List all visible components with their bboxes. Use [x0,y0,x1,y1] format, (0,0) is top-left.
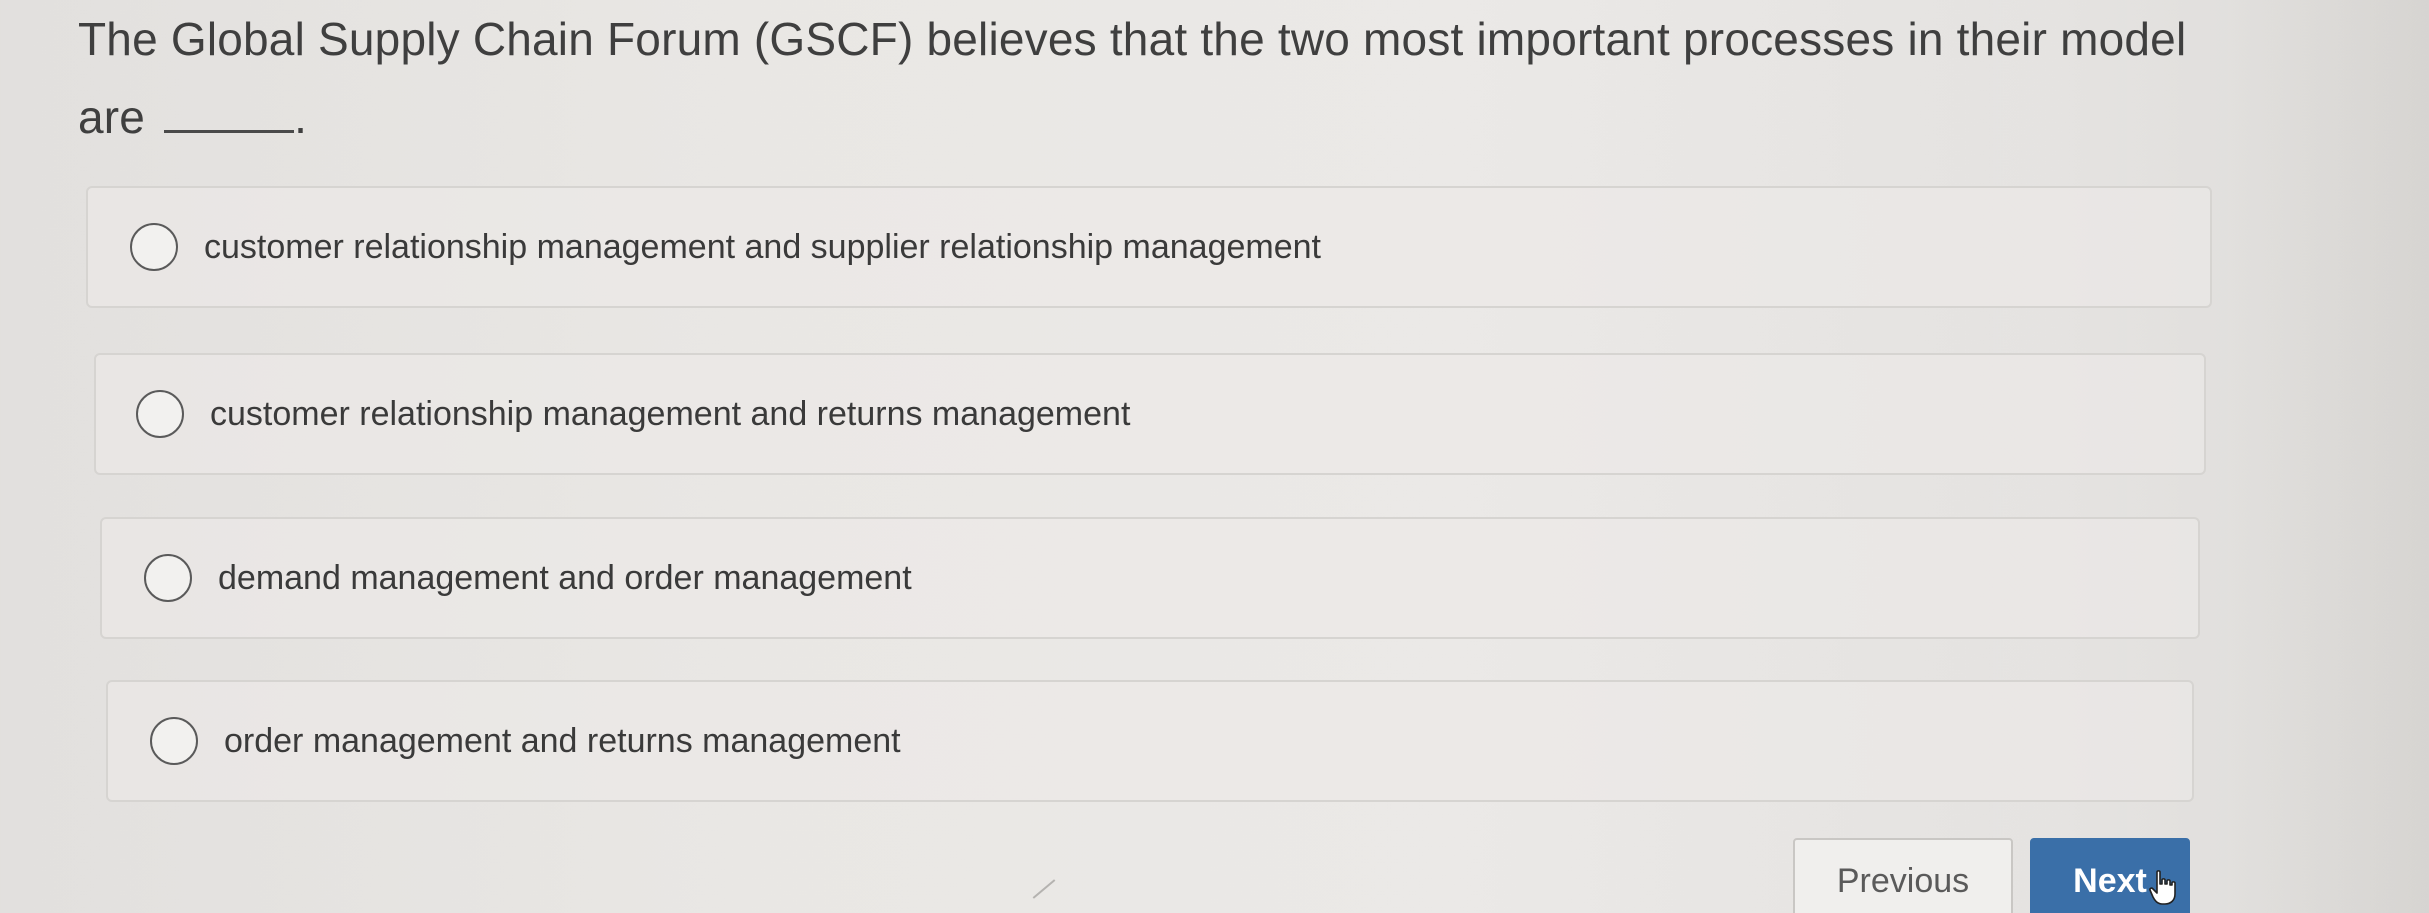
answer-option-label: demand management and order management [218,558,912,597]
answer-option-3[interactable]: demand management and order management [100,517,2200,639]
answer-option-1[interactable]: customer relationship management and sup… [86,186,2212,308]
radio-button-2[interactable] [136,390,184,438]
answer-option-label: customer relationship management and ret… [210,394,1131,433]
question-text: The Global Supply Chain Forum (GSCF) bel… [78,0,2198,156]
question-end-punctuation: . [294,91,308,143]
answer-blank [164,90,295,133]
previous-button[interactable]: Previous [1793,838,2013,913]
question-stem: The Global Supply Chain Forum (GSCF) bel… [78,13,2187,143]
radio-button-1[interactable] [130,223,178,271]
answer-option-label: customer relationship management and sup… [204,227,1321,266]
answer-option-4[interactable]: order management and returns management [106,680,2194,802]
screen-smudge [1032,879,1056,899]
radio-button-3[interactable] [144,554,192,602]
answer-option-2[interactable]: customer relationship management and ret… [94,353,2206,475]
answer-option-label: order management and returns management [224,721,901,760]
radio-button-4[interactable] [150,717,198,765]
hand-pointer-icon [2149,870,2176,905]
